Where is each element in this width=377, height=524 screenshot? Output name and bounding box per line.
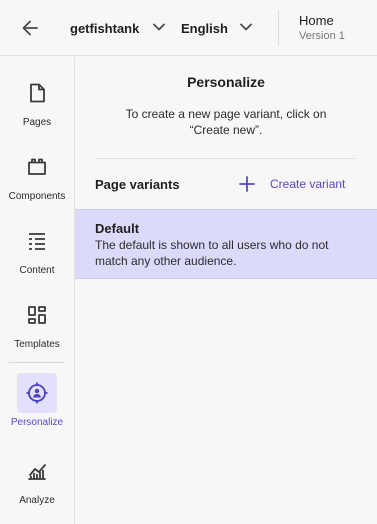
variant-name: Default: [95, 221, 140, 236]
page-name: Home: [299, 13, 334, 28]
rail-item-components[interactable]: Components: [0, 147, 74, 207]
variants-heading: Page variants: [95, 177, 180, 192]
rail-item-personalize[interactable]: Personalize: [0, 373, 74, 433]
rail-item-label: Content: [19, 265, 55, 276]
page-info[interactable]: Home Version 1: [299, 13, 345, 43]
topbar-divider: [278, 10, 279, 46]
panel-hint: To create a new page variant, click on “…: [125, 107, 327, 137]
rail-item-label: Pages: [22, 117, 52, 128]
content-list-icon: [17, 221, 57, 261]
rail-item-templates[interactable]: Templates: [0, 295, 74, 355]
templates-icon: [17, 295, 57, 335]
rail-item-analyze[interactable]: Analyze: [0, 451, 74, 511]
components-icon: [17, 147, 57, 187]
rail-item-label: Templates: [14, 339, 60, 350]
rail-item-content[interactable]: Content: [0, 221, 74, 281]
left-rail: Pages Components Content Templates Perso…: [0, 57, 75, 524]
panel-divider: [95, 158, 355, 159]
language-selector[interactable]: English: [181, 18, 252, 38]
plus-icon: [239, 176, 255, 192]
site-name: getfishtank: [70, 20, 140, 36]
variant-description: The default is shown to all users who do…: [95, 238, 329, 268]
language-name: English: [181, 20, 228, 36]
target-person-icon: [17, 373, 57, 413]
top-bar: getfishtank English Home Version 1: [0, 0, 377, 56]
arrow-left-icon: [22, 20, 38, 36]
personalize-panel: Personalize To create a new page variant…: [75, 57, 377, 524]
page-icon: [17, 73, 57, 113]
rail-item-label: Analyze: [19, 495, 55, 506]
chevron-down-icon: [153, 23, 165, 31]
rail-item-label: Personalize: [10, 417, 64, 428]
analytics-icon: [17, 451, 57, 491]
site-selector[interactable]: getfishtank: [70, 18, 165, 38]
create-variant-button[interactable]: Create variant: [239, 174, 345, 194]
back-button[interactable]: [18, 16, 42, 40]
create-variant-label: Create variant: [270, 177, 346, 191]
chevron-down-icon: [240, 23, 252, 31]
variant-item-default[interactable]: Default The default is shown to all user…: [75, 209, 377, 279]
panel-title: Personalize: [187, 74, 265, 90]
rail-divider: [9, 362, 65, 363]
rail-item-pages[interactable]: Pages: [0, 73, 74, 133]
rail-item-label: Components: [8, 191, 66, 202]
page-version: Version 1: [299, 30, 345, 42]
